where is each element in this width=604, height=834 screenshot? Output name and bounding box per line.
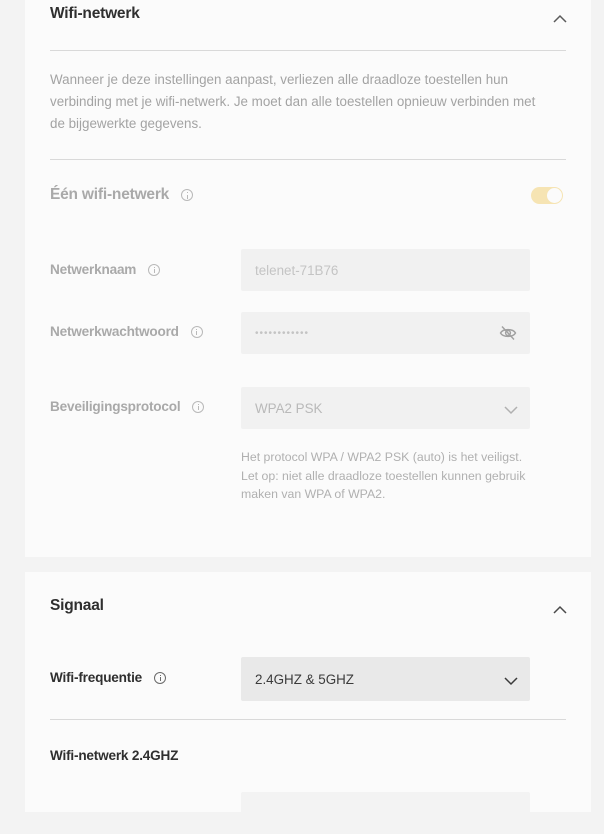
network-password-input[interactable]: •••••••••••• (241, 312, 530, 354)
wifi-frequency-label: Wifi-frequentie (50, 670, 167, 685)
wifi-network-title: Wifi-netwerk (50, 5, 140, 22)
network-name-value: telenet-71B76 (255, 262, 339, 278)
eye-off-icon[interactable] (499, 325, 517, 344)
network-password-label: Netwerkwachtwoord (50, 324, 203, 339)
network-name-input[interactable]: telenet-71B76 (241, 249, 530, 291)
divider (50, 159, 566, 160)
wifi-24ghz-subtitle-text: Wifi-netwerk 2.4GHZ (50, 748, 179, 763)
single-network-label: Één wifi-netwerk (50, 186, 194, 204)
wifi-frequency-select[interactable]: 2.4GHZ & 5GHZ (241, 657, 530, 701)
wifi-frequency-value: 2.4GHZ & 5GHZ (255, 671, 354, 687)
security-protocol-value: WPA2 PSK (255, 400, 323, 416)
signal-card: Signaal Wifi-frequentie 2.4GHZ & 5GHZ Wi… (25, 572, 591, 834)
wifi-network-card: Wifi-netwerk Wanneer je deze instellinge… (25, 0, 591, 557)
collapse-wifi-chevron-up-icon[interactable] (553, 10, 567, 23)
security-protocol-label-text: Beveiligingsprotocol (50, 399, 181, 414)
single-network-toggle[interactable] (531, 187, 563, 204)
divider (50, 719, 566, 720)
network-name-label: Netwerknaam (50, 262, 161, 277)
single-network-label-text: Één wifi-netwerk (50, 186, 170, 203)
info-icon[interactable] (148, 263, 161, 276)
toggle-knob (547, 188, 562, 203)
network-name-label-text: Netwerknaam (50, 262, 137, 277)
security-protocol-label: Beveiligingsprotocol (50, 399, 205, 414)
signal-title: Signaal (50, 597, 104, 614)
chevron-down-icon (504, 403, 518, 418)
collapse-signal-chevron-up-icon[interactable] (553, 601, 567, 614)
network-password-value: •••••••••••• (255, 327, 310, 339)
wifi-24ghz-field[interactable] (241, 792, 530, 834)
wifi-frequency-label-text: Wifi-frequentie (50, 670, 143, 685)
wifi-warning-text: Wanneer je deze instellingen aanpast, ve… (50, 72, 536, 131)
wifi-24ghz-subtitle: Wifi-netwerk 2.4GHZ (50, 748, 178, 763)
security-protocol-help: Het protocol WPA / WPA2 PSK (auto) is he… (241, 450, 526, 502)
divider (50, 50, 566, 51)
info-icon[interactable] (192, 400, 205, 413)
chevron-down-icon (504, 674, 518, 689)
info-icon[interactable] (154, 671, 167, 684)
security-protocol-select[interactable]: WPA2 PSK (241, 387, 530, 429)
network-password-label-text: Netwerkwachtwoord (50, 324, 179, 339)
info-icon[interactable] (190, 325, 203, 338)
info-icon[interactable] (181, 189, 194, 201)
